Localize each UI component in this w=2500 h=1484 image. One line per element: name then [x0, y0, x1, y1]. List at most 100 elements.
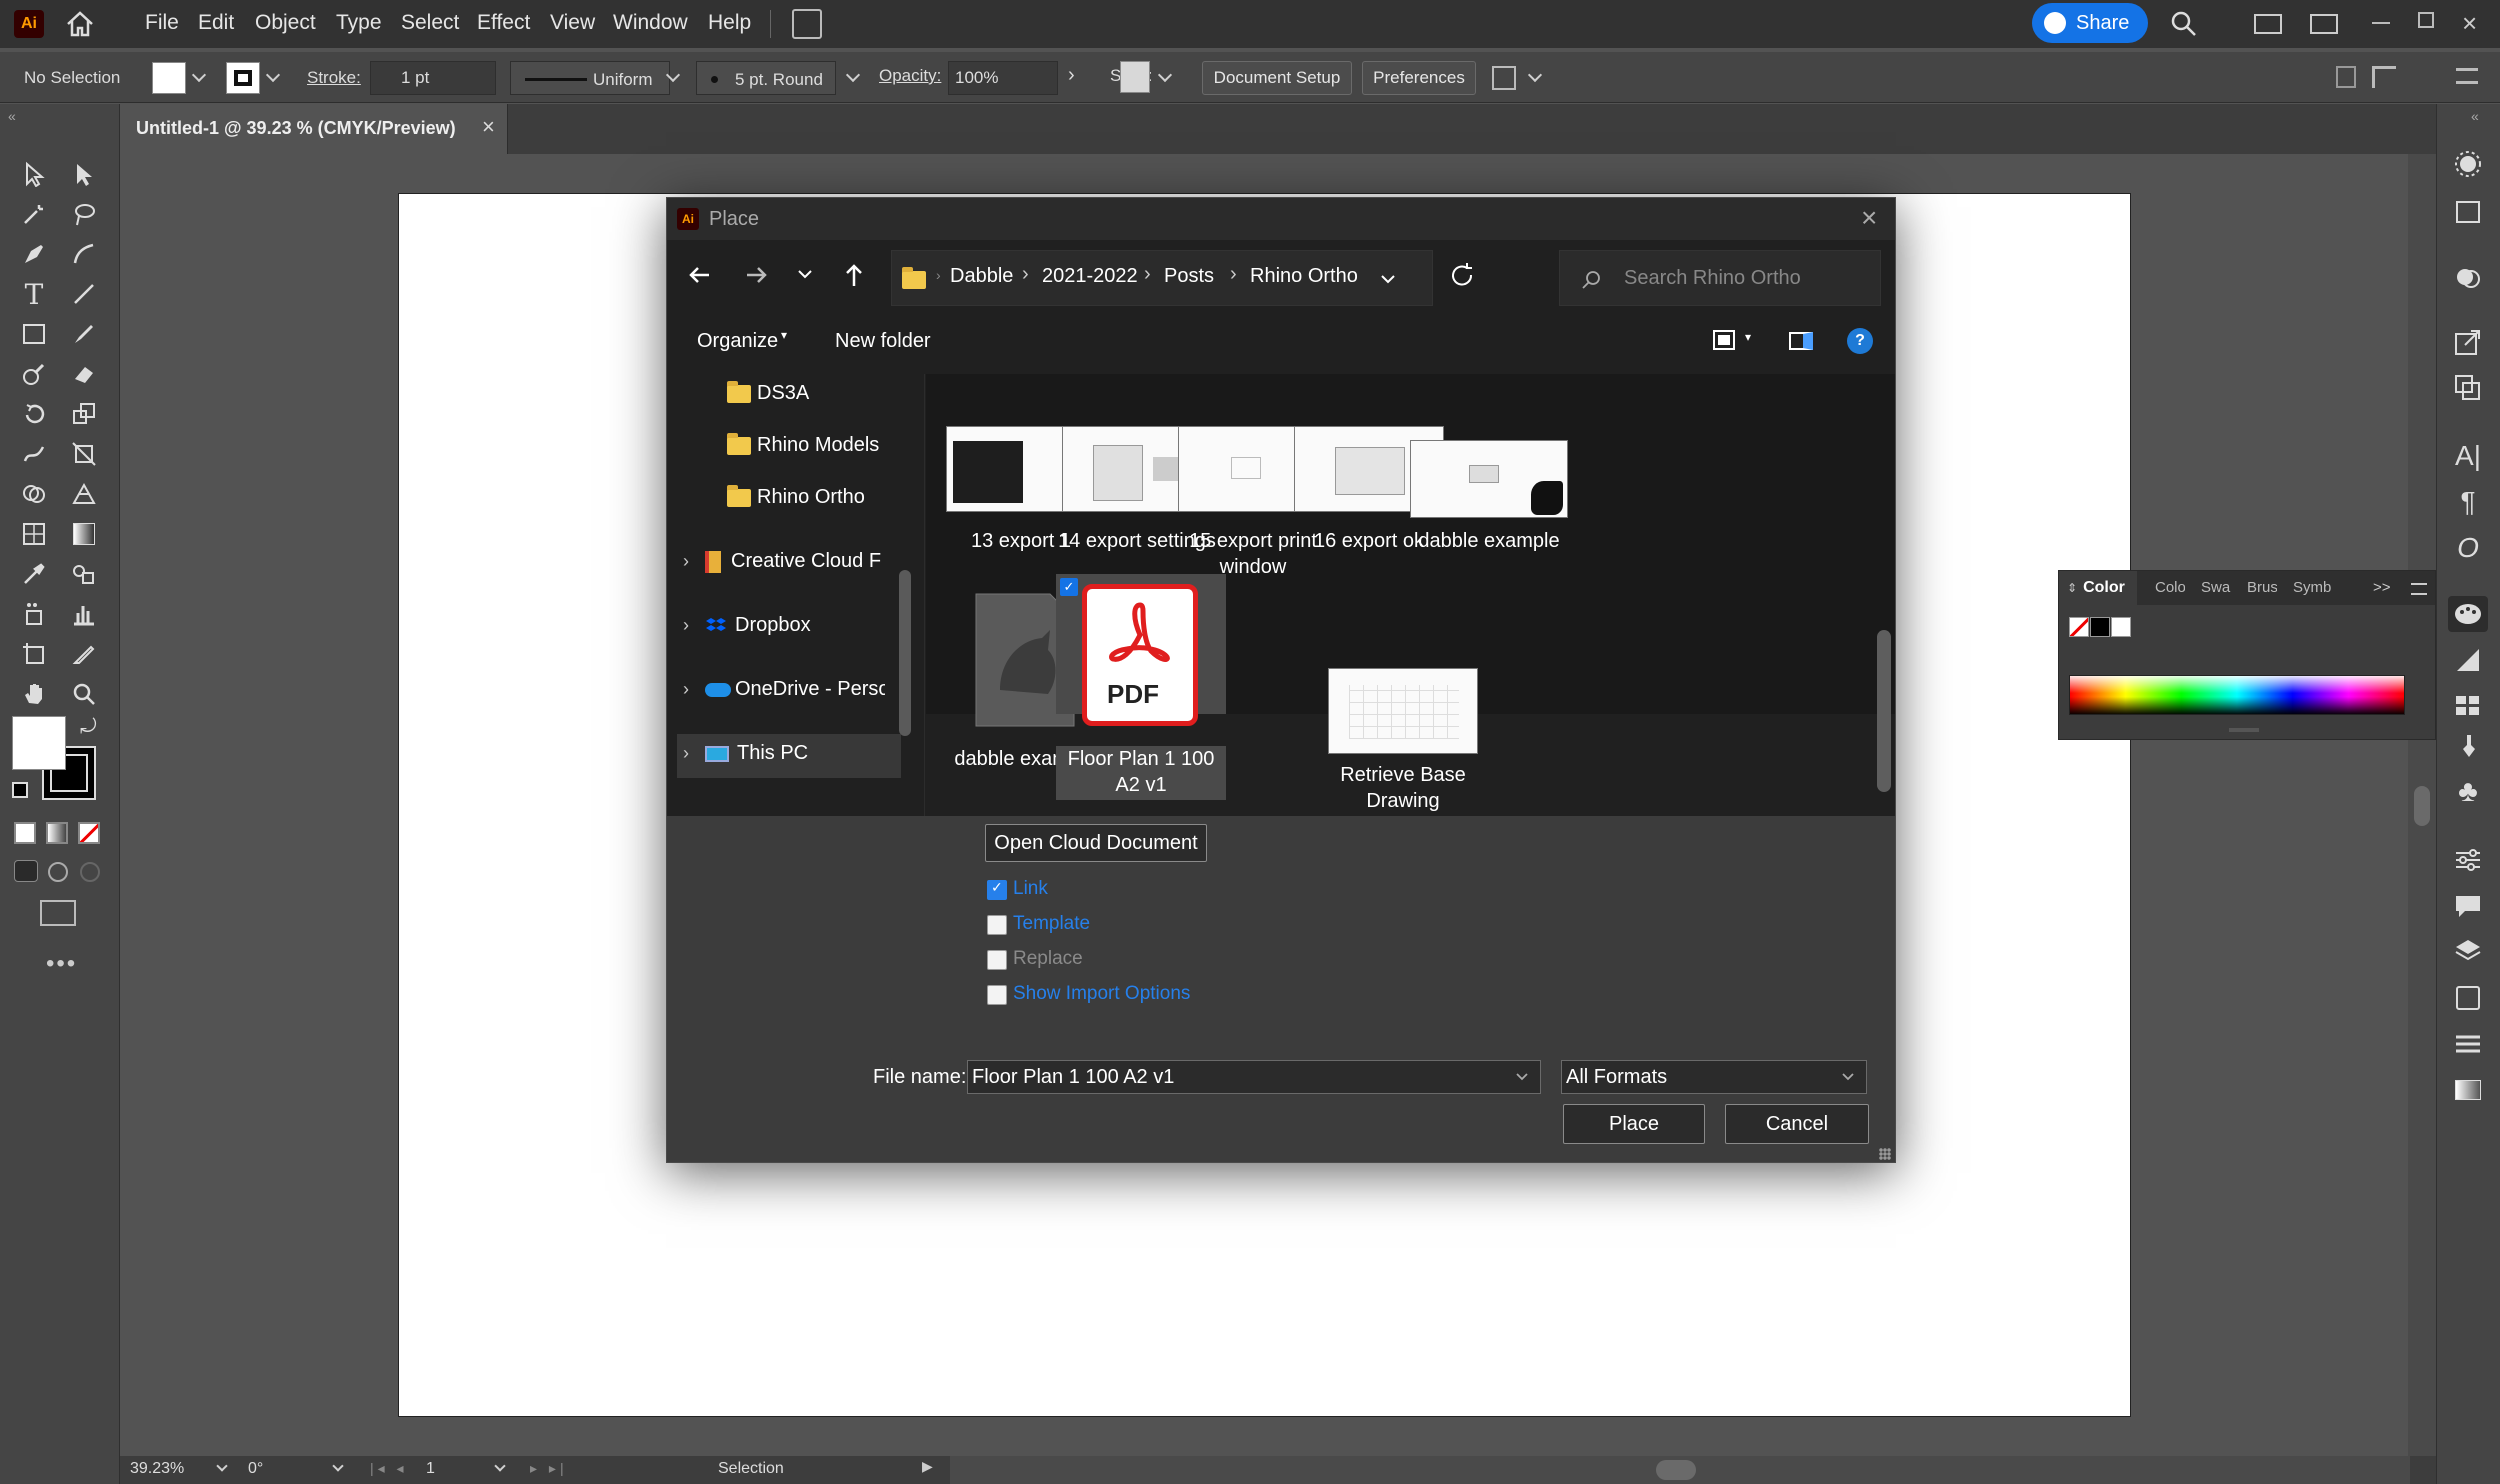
arrange-documents-icon[interactable] — [792, 9, 822, 39]
opacity-expand-icon[interactable]: › — [1068, 64, 1075, 87]
screen-mode-icon[interactable] — [40, 900, 76, 926]
tab-color-guide[interactable]: Colo — [2155, 579, 2185, 596]
template-label[interactable]: Template — [1013, 913, 1090, 935]
tab-swatches[interactable]: Swa — [2201, 579, 2230, 596]
slice-tool-icon[interactable] — [66, 636, 102, 672]
organize-dropdown-icon[interactable]: ▾ — [781, 328, 787, 342]
organize-button[interactable]: Organize — [697, 330, 778, 353]
fill-color-icon[interactable] — [12, 716, 66, 770]
lasso-tool-icon[interactable] — [66, 196, 102, 232]
menu-file[interactable]: File — [145, 11, 179, 35]
first-prev-artboard-icon[interactable]: |◂ ◂ — [370, 1460, 408, 1477]
minimize-icon[interactable] — [2372, 22, 2390, 24]
place-button[interactable]: Place — [1563, 1104, 1705, 1144]
color-mode-icon[interactable] — [14, 822, 36, 844]
panel-menu-icon[interactable] — [2456, 68, 2478, 84]
template-checkbox[interactable] — [987, 915, 1007, 935]
shape-builder-tool-icon[interactable] — [16, 476, 52, 512]
dialog-resize-grip-icon[interactable] — [1879, 1148, 1891, 1160]
share-button[interactable]: Share — [2032, 3, 2148, 43]
column-graph-tool-icon[interactable] — [66, 596, 102, 632]
arrange-dropdown-icon[interactable] — [1527, 67, 1543, 83]
free-transform-tool-icon[interactable] — [66, 436, 102, 472]
brushes-panel-icon[interactable] — [2452, 730, 2484, 762]
show-import-options-checkbox[interactable] — [987, 985, 1007, 1005]
file-thumbnail[interactable] — [1328, 668, 1478, 754]
appearance-panel-icon[interactable] — [2452, 148, 2484, 180]
artboard-tool-icon[interactable] — [16, 636, 52, 672]
scale-tool-icon[interactable] — [66, 396, 102, 432]
menu-edit[interactable]: Edit — [198, 11, 234, 35]
dialog-close-icon[interactable]: × — [1861, 202, 1877, 234]
panel-options-icon[interactable] — [2411, 583, 2427, 595]
document-setup-button[interactable]: Document Setup — [1202, 61, 1352, 95]
view-dropdown-icon[interactable]: ▾ — [1745, 330, 1751, 344]
forward-icon[interactable] — [741, 260, 771, 290]
curvature-tool-icon[interactable] — [66, 236, 102, 272]
swatches-panel-icon[interactable] — [2452, 690, 2484, 722]
paintbrush-tool-icon[interactable] — [66, 316, 102, 352]
search-icon[interactable] — [2168, 8, 2200, 40]
back-icon[interactable] — [685, 260, 715, 290]
file-name-label[interactable]: dabble example — [1399, 528, 1579, 554]
breadcrumb-rhino-ortho[interactable]: Rhino Ortho — [1250, 265, 1358, 288]
collapse-toolbar-icon[interactable]: « — [8, 108, 16, 124]
breadcrumb-posts[interactable]: Posts — [1164, 265, 1214, 288]
file-view-scrollbar[interactable] — [1877, 630, 1891, 792]
pen-tool-icon[interactable] — [16, 236, 52, 272]
selected-checkbox-icon[interactable]: ✓ — [1060, 578, 1078, 596]
arrange-icon[interactable] — [1492, 66, 1516, 90]
view-options-icon[interactable] — [1713, 330, 1735, 350]
nav-item-onedrive[interactable]: › OneDrive - Perso — [683, 678, 885, 701]
mesh-tool-icon[interactable] — [16, 516, 52, 552]
warp-tool-icon[interactable] — [16, 436, 52, 472]
shaper-tool-icon[interactable] — [16, 356, 52, 392]
artboard-dropdown-icon[interactable] — [494, 1460, 506, 1472]
libraries-panel-icon[interactable] — [2452, 196, 2484, 228]
restore-icon[interactable] — [2418, 12, 2434, 28]
paragraph-panel-icon[interactable]: ¶ — [2452, 486, 2484, 518]
eraser-tool-icon[interactable] — [66, 356, 102, 392]
opentype-panel-icon[interactable]: O — [2452, 532, 2484, 564]
menu-effect[interactable]: Effect — [477, 11, 530, 35]
opacity-field[interactable]: 100% — [948, 61, 1058, 95]
align-icon[interactable] — [2336, 66, 2356, 88]
perspective-grid-tool-icon[interactable] — [66, 476, 102, 512]
preferences-button[interactable]: Preferences — [1362, 61, 1476, 95]
none-swatch[interactable] — [2069, 617, 2089, 637]
color-guide-panel-icon[interactable] — [2452, 644, 2484, 676]
document-tab-close-icon[interactable]: × — [482, 114, 495, 140]
document-tab[interactable]: Untitled-1 @ 39.23 % (CMYK/Preview) × — [120, 104, 508, 154]
export-panel-icon[interactable] — [2452, 326, 2484, 358]
menu-type[interactable]: Type — [336, 11, 382, 35]
menu-help[interactable]: Help — [708, 11, 751, 35]
address-dropdown-icon[interactable] — [1378, 269, 1398, 289]
help-icon[interactable]: ? — [1847, 328, 1873, 354]
artboard-number[interactable]: 1 — [426, 1460, 435, 1478]
current-tool-status[interactable]: Selection — [718, 1460, 784, 1478]
file-name-label[interactable]: Retrieve Base Drawing — [1313, 762, 1493, 814]
address-bar[interactable]: › Dabble › 2021-2022 › Posts › Rhino Ort… — [891, 250, 1433, 306]
blend-tool-icon[interactable] — [66, 556, 102, 592]
replace-checkbox[interactable] — [987, 950, 1007, 970]
file-name-input[interactable]: Floor Plan 1 100 A2 v1 — [967, 1060, 1541, 1094]
close-window-icon[interactable]: × — [2462, 8, 2477, 39]
type-tool-icon[interactable]: T — [16, 276, 52, 312]
recent-locations-icon[interactable] — [795, 264, 815, 284]
preview-pane-icon[interactable] — [1789, 332, 1813, 350]
properties-panel-icon[interactable] — [2452, 262, 2484, 294]
more-tabs-icon[interactable]: >> — [2373, 579, 2391, 596]
white-swatch[interactable] — [2111, 617, 2131, 637]
eyedropper-tool-icon[interactable] — [16, 556, 52, 592]
menu-object[interactable]: Object — [255, 11, 316, 35]
resize-handle[interactable] — [2229, 728, 2259, 732]
tab-color[interactable]: ⇕ Color — [2059, 571, 2137, 605]
zoom-level[interactable]: 39.23% — [130, 1460, 184, 1478]
symbol-sprayer-tool-icon[interactable] — [16, 596, 52, 632]
direct-selection-tool-icon[interactable] — [66, 156, 102, 192]
nav-item-this-pc-content[interactable]: › This PC — [683, 742, 808, 765]
rectangle-tool-icon[interactable] — [16, 316, 52, 352]
file-format-dropdown-icon[interactable] — [1840, 1069, 1856, 1085]
cancel-button[interactable]: Cancel — [1725, 1104, 1869, 1144]
tab-symbols[interactable]: Symb — [2293, 579, 2331, 596]
